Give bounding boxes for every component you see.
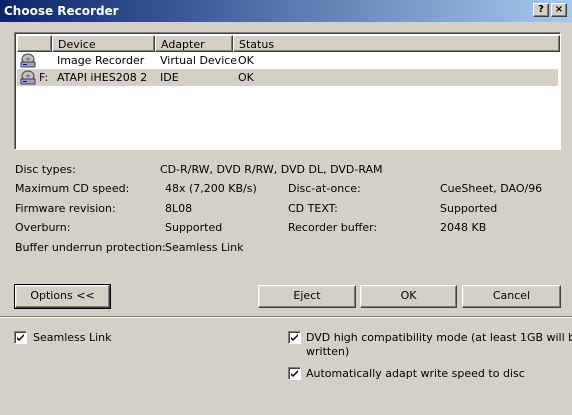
column-header-blank[interactable] <box>17 35 52 52</box>
device-name: ATAPI iHES208 2 <box>57 71 148 84</box>
device-status: OK <box>238 71 254 84</box>
column-header-adapter[interactable]: Adapter <box>155 35 233 52</box>
recorder-buffer-value: 2048 KB <box>440 221 487 234</box>
firmware-value: 8L08 <box>165 202 193 215</box>
options-button[interactable]: Options << <box>14 284 111 309</box>
checkmark-icon <box>291 370 298 377</box>
column-header-status[interactable]: Status <box>233 35 560 52</box>
dao-label: Disc-at-once: <box>288 182 361 195</box>
seamless-link-label[interactable]: Seamless Link <box>33 331 112 344</box>
close-button[interactable]: × <box>551 3 567 17</box>
disc-types-value: CD-R/RW, DVD R/RW, DVD DL, DVD-RAM <box>160 163 383 176</box>
device-adapter: Virtual Device <box>160 54 238 67</box>
auto-speed-checkbox[interactable] <box>288 367 301 380</box>
dvd-compat-label-cont[interactable]: written) <box>306 345 349 358</box>
max-speed-label: Maximum CD speed: <box>15 182 130 195</box>
list-header: Device Adapter Status <box>17 35 560 52</box>
disc-drive-icon <box>20 70 36 85</box>
list-item[interactable]: Image Recorder Virtual Device OK <box>17 52 558 69</box>
checkmark-icon <box>17 334 24 341</box>
recorder-buffer-label: Recorder buffer: <box>288 221 378 234</box>
underrun-value: Seamless Link <box>165 241 244 254</box>
help-button[interactable]: ? <box>533 3 549 17</box>
checkmark-icon <box>291 334 298 341</box>
overburn-label: Overburn: <box>15 221 71 234</box>
cdtext-label: CD TEXT: <box>288 202 338 215</box>
title-bar[interactable]: Choose Recorder ? × <box>0 0 572 22</box>
recorder-list[interactable]: Device Adapter Status Image Recorder Vir… <box>14 32 561 150</box>
ok-button[interactable]: OK <box>360 285 457 308</box>
disc-types-label: Disc types: <box>15 163 76 176</box>
dvd-compat-checkbox[interactable] <box>288 331 301 344</box>
cancel-button[interactable]: Cancel <box>462 285 561 308</box>
drive-letter: F: <box>39 71 49 84</box>
overburn-value: Supported <box>165 221 223 234</box>
list-item[interactable]: F: ATAPI iHES208 2 IDE OK <box>17 69 558 86</box>
eject-button[interactable]: Eject <box>258 285 356 308</box>
column-header-device[interactable]: Device <box>52 35 155 52</box>
dvd-compat-label[interactable]: DVD high compatibility mode (at least 1G… <box>306 331 572 344</box>
auto-speed-label[interactable]: Automatically adapt write speed to disc <box>306 367 525 380</box>
cdtext-value: Supported <box>440 202 498 215</box>
device-status: OK <box>238 54 254 67</box>
device-adapter: IDE <box>160 71 179 84</box>
max-speed-value: 48x (7,200 KB/s) <box>165 182 257 195</box>
device-name: Image Recorder <box>57 54 145 67</box>
dao-value: CueSheet, DAO/96 <box>440 182 543 195</box>
underrun-label: Buffer underrun protection: <box>15 241 166 254</box>
divider <box>0 316 572 318</box>
firmware-label: Firmware revision: <box>15 202 116 215</box>
seamless-link-checkbox[interactable] <box>14 331 27 344</box>
disc-drive-icon <box>20 53 36 68</box>
window-title: Choose Recorder <box>4 4 119 18</box>
